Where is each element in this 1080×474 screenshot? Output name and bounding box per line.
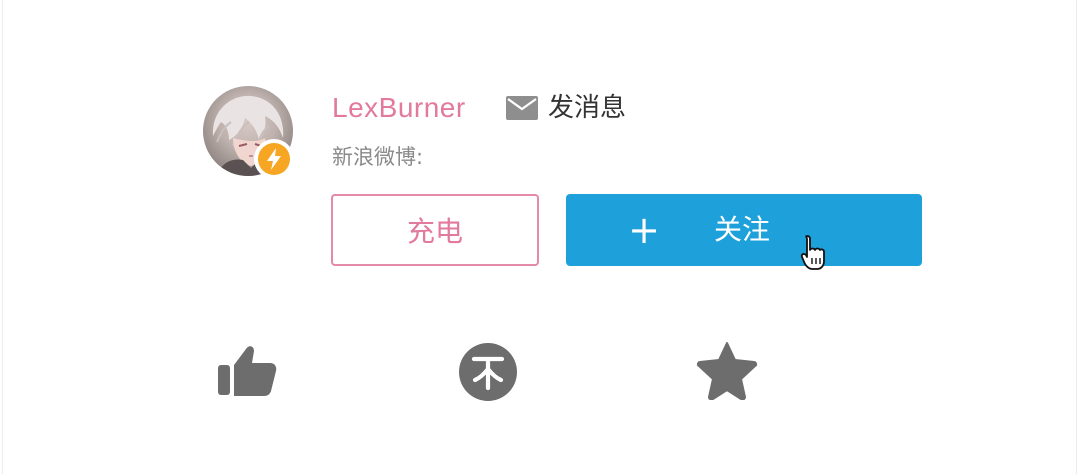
profile-card: LexBurner 发消息 新浪微博: 充电 + 关注 (0, 0, 1080, 474)
follow-button[interactable]: + 关注 (566, 194, 922, 266)
lightning-icon (258, 143, 290, 175)
send-message-label: 发消息 (548, 93, 627, 123)
charge-badge (254, 139, 294, 179)
weibo-label: 新浪微博: (332, 145, 424, 169)
charge-button[interactable]: 充电 (331, 194, 539, 266)
username-link[interactable]: LexBurner (332, 88, 466, 128)
thumbs-up-icon[interactable] (216, 343, 278, 397)
hand-pointer-cursor (800, 234, 826, 272)
send-message-button[interactable]: 发消息 (506, 90, 626, 126)
star-icon[interactable] (696, 340, 758, 401)
plus-icon: + (628, 208, 660, 252)
charge-button-label: 充电 (406, 215, 463, 248)
follow-button-label: 关注 (714, 213, 771, 246)
divider (2, 0, 3, 474)
coin-icon[interactable] (458, 342, 518, 402)
divider (1076, 0, 1077, 474)
mail-icon (506, 96, 538, 120)
